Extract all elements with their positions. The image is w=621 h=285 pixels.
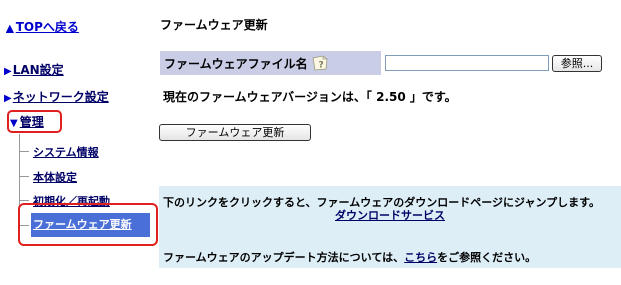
page-title: ファームウェア更新: [160, 18, 268, 32]
tree-branch: [19, 151, 29, 152]
right-triangle-icon: ▶: [4, 93, 12, 104]
tree-branch: [19, 176, 29, 177]
file-field-label: ファームウェアファイル名: [164, 57, 308, 71]
up-triangle-icon: ▲: [6, 23, 14, 34]
nav-item-network-label: ネットワーク設定: [12, 90, 109, 104]
info-box: 下のリンクをクリックすると、ファームウェアのダウンロードページにジャンプします。…: [159, 186, 621, 268]
download-service-link[interactable]: ダウンロードサービス: [159, 207, 621, 223]
sub-item-firmware-update[interactable]: ファームウェア更新: [31, 213, 150, 237]
right-triangle-icon: ▶: [4, 66, 12, 77]
sub-item-system-info[interactable]: システム情報: [33, 144, 99, 160]
nav-item-management-label: 管理: [19, 115, 44, 129]
tree-branch: [19, 200, 29, 201]
nav-item-lan[interactable]: ▶LAN設定: [4, 61, 64, 78]
firmware-file-input[interactable]: [385, 55, 549, 71]
browse-button[interactable]: 参照...: [552, 55, 602, 72]
nav-item-network[interactable]: ▶ネットワーク設定: [4, 88, 109, 105]
help-note-icon[interactable]: ?: [311, 55, 329, 71]
router-admin-page: ▲ TOPへ戻る ▶LAN設定 ▶ネットワーク設定 ▼ 管理 システム情報 本体設定…: [0, 0, 621, 285]
sub-item-device-settings[interactable]: 本体設定: [33, 169, 77, 185]
here-link[interactable]: こちら: [404, 251, 437, 264]
back-to-top-label: TOPへ戻る: [15, 20, 79, 34]
update-method-suffix: をご参照ください。: [437, 251, 537, 264]
firmware-update-button[interactable]: ファームウェア更新: [159, 124, 311, 141]
update-method-text: ファームウェアのアップデート方法については、こちらをご参照ください。: [163, 249, 536, 265]
down-triangle-icon: ▼: [10, 118, 18, 129]
update-method-prefix: ファームウェアのアップデート方法については、: [163, 251, 405, 264]
svg-text:?: ?: [319, 61, 324, 71]
file-label-cell: ファームウェアファイル名 ?: [160, 51, 381, 75]
current-version-text: 現在のファームウェアバージョンは、「 2.50 」です。: [163, 90, 457, 104]
nav-item-lan-label: LAN設定: [12, 63, 64, 77]
back-to-top-link[interactable]: ▲ TOPへ戻る: [6, 18, 79, 35]
nav-item-management[interactable]: ▼ 管理: [10, 113, 44, 130]
